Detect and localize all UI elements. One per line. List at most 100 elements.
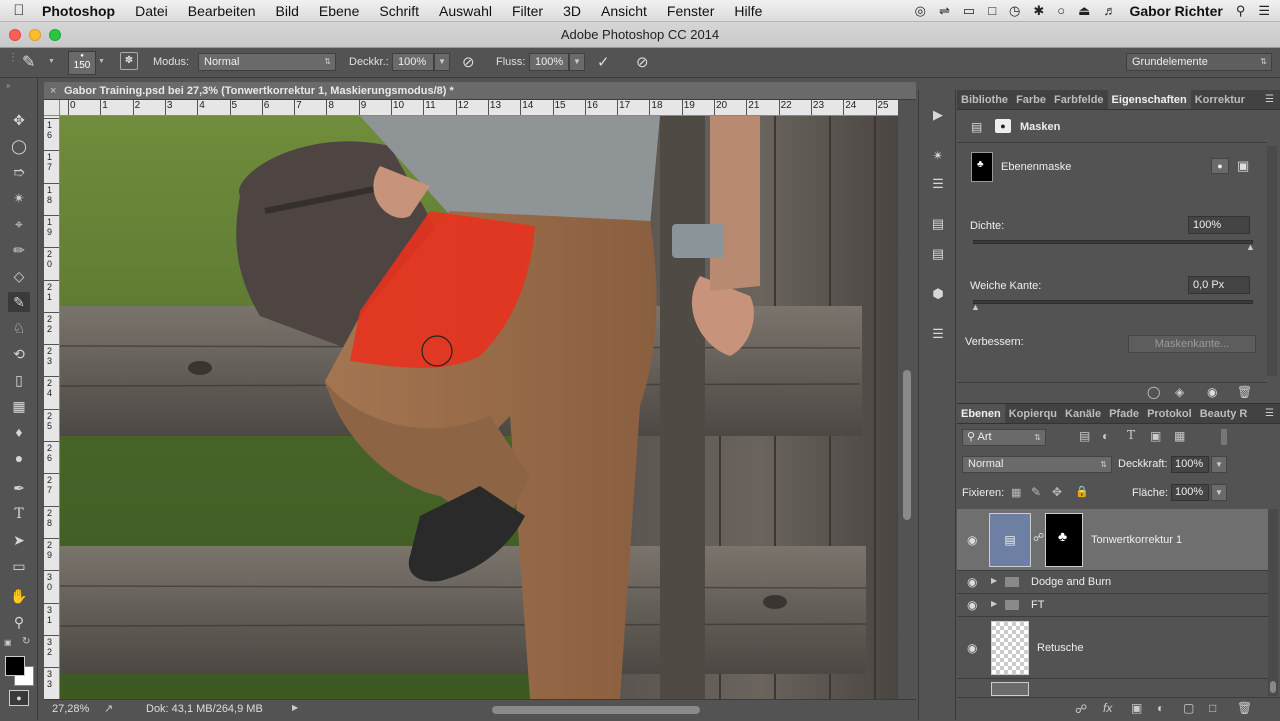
3d-cube-icon[interactable]: ⬢ — [927, 284, 949, 304]
layer-row-dodge-and-burn[interactable]: ◉ ▶ Dodge and Burn — [957, 571, 1268, 594]
menu-3d[interactable]: 3D — [553, 3, 591, 19]
feather-slider-track[interactable]: ▲ — [971, 300, 1253, 312]
layer-thumbnail[interactable] — [991, 682, 1029, 696]
menu-hilfe[interactable]: Hilfe — [724, 3, 772, 19]
filter-pixel-icon[interactable]: ▤ — [1079, 429, 1090, 443]
layer-row-retusche[interactable]: ◉ Retusche — [957, 617, 1268, 679]
new-group-icon[interactable]: ▢ — [1183, 701, 1194, 715]
tab-beauty[interactable]: Beauty R — [1196, 404, 1252, 423]
notification-list-icon[interactable]: ☰ — [1258, 3, 1270, 19]
tab-kanaele[interactable]: Kanäle — [1061, 404, 1105, 423]
delete-mask-icon[interactable]: 🗑 — [1237, 385, 1252, 399]
eject-icon[interactable]: ⏏ — [1078, 3, 1090, 19]
foreground-color-swatch[interactable] — [5, 656, 25, 676]
volume-icon[interactable]: ♬ — [1103, 3, 1116, 18]
rectangle-tool-icon[interactable]: ▭ — [8, 556, 30, 576]
mask-thumbnail[interactable]: ♣ — [971, 152, 993, 182]
fill-dropdown[interactable]: ▼ — [1211, 484, 1227, 501]
minimize-window-button[interactable] — [29, 29, 41, 41]
ruler-origin[interactable] — [44, 100, 60, 116]
load-selection-icon[interactable]: ◯ — [1147, 385, 1160, 399]
airbrush-icon[interactable]: ✓ — [597, 53, 610, 71]
tab-bibliotheken[interactable]: Bibliothe — [957, 90, 1012, 109]
vector-mask-button[interactable]: ▣ — [1237, 158, 1249, 174]
mask-icon[interactable]: ● — [995, 119, 1011, 133]
properties-scrollbar[interactable] — [1267, 146, 1277, 376]
density-slider-handle[interactable]: ▲ — [1246, 242, 1255, 252]
horizontal-scroll-thumb[interactable] — [492, 706, 700, 714]
lasso-tool-icon[interactable]: ➱ — [8, 162, 30, 182]
close-document-icon[interactable]: × — [50, 82, 56, 100]
filter-toggle[interactable] — [1221, 429, 1227, 445]
feather-input[interactable]: 0,0 Px — [1188, 276, 1250, 294]
document-tab[interactable]: × Gabor Training.psd bei 27,3% (Tonwertk… — [44, 82, 916, 100]
search-icon[interactable]: ⚲ — [1236, 3, 1246, 19]
tab-farbfelder[interactable]: Farbfelde — [1050, 90, 1108, 109]
visibility-eye-icon[interactable]: ◉ — [967, 598, 977, 612]
menu-bild[interactable]: Bild — [266, 3, 309, 19]
user-name[interactable]: Gabor Richter — [1129, 3, 1222, 19]
tab-eigenschaften[interactable]: Eigenschaften — [1107, 90, 1191, 109]
vertical-scrollbar[interactable] — [898, 116, 916, 699]
menu-datei[interactable]: Datei — [125, 3, 178, 19]
healing-brush-tool-icon[interactable]: ◇ — [8, 266, 30, 286]
layer-style-icon[interactable]: fx — [1103, 701, 1112, 715]
pressure-size-icon[interactable]: ⊘ — [636, 53, 649, 71]
menu-schrift[interactable]: Schrift — [369, 3, 429, 19]
quick-selection-tool-icon[interactable]: ✴ — [8, 188, 30, 208]
blend-mode-select[interactable]: Normal ⇅ — [962, 456, 1112, 473]
tab-ebenen[interactable]: Ebenen — [957, 404, 1005, 423]
opacity-dropdown[interactable]: ▼ — [1211, 456, 1227, 473]
new-adjustment-icon[interactable]: ◐ — [1157, 701, 1164, 715]
hand-tool-icon[interactable]: ✋ — [8, 586, 30, 606]
layer-row-tonwertkorrektur[interactable]: ◉ ▤ ☍ ♣ Tonwertkorrektur 1 — [957, 509, 1268, 571]
zoom-window-button[interactable] — [49, 29, 61, 41]
brush-presets-icon[interactable]: ✴ — [927, 146, 949, 166]
layer-mask-thumbnail[interactable]: ♣ — [1045, 513, 1083, 567]
shuffle-icon[interactable]: ⇌ — [939, 3, 950, 19]
eraser-tool-icon[interactable]: ▯ — [8, 370, 30, 390]
layer-row-partial[interactable] — [957, 679, 1268, 696]
horizontal-ruler[interactable]: 0 1 2 3 4 5 6 7 8 9 10 11 12 13 14 15 16 17 18 19 20 21 22 23 24… — [60, 100, 898, 116]
move-tool-icon[interactable]: ✥ — [8, 110, 30, 130]
fluss-input[interactable]: 100% — [529, 53, 569, 71]
fluss-dropdown[interactable]: ▼ — [569, 53, 585, 71]
default-colors-icon[interactable]: ▣ — [4, 638, 12, 647]
wifi-icon[interactable]: ○ — [1057, 3, 1065, 18]
adjustments-sliders-icon[interactable]: ☰ — [927, 174, 949, 194]
delete-layer-icon[interactable]: 🗑 — [1237, 701, 1252, 715]
grip-handle[interactable]: ⋮ — [8, 52, 18, 63]
panel-menu-icon[interactable]: ☰ — [1265, 90, 1280, 109]
mask-link-icon[interactable]: ☍ — [1033, 531, 1044, 544]
tab-pfade[interactable]: Pfade — [1105, 404, 1143, 423]
brush-tool-icon[interactable]: ✎ — [22, 52, 35, 72]
adjustment-layer-thumbnail[interactable]: ▤ — [989, 513, 1031, 567]
visibility-eye-icon[interactable]: ◉ — [1207, 385, 1217, 399]
filter-smart-object-icon[interactable]: ▦ — [1174, 429, 1185, 443]
share-icon[interactable]: ↗ — [104, 702, 113, 715]
adjustment-icon[interactable]: ▤ — [971, 120, 982, 134]
layers-scroll-thumb[interactable] — [1270, 681, 1276, 693]
apply-mask-icon[interactable]: ◈ — [1175, 385, 1184, 399]
lock-all-icon[interactable]: 🔒 — [1075, 485, 1089, 498]
visibility-eye-icon[interactable]: ◉ — [967, 575, 977, 589]
feather-slider-handle[interactable]: ▲ — [971, 302, 980, 312]
app-menu[interactable]: Photoshop — [38, 3, 125, 19]
tools-collapse-icon[interactable]: » — [6, 81, 10, 90]
pen-tool-icon[interactable]: ✒ — [8, 478, 30, 498]
close-window-button[interactable] — [9, 29, 21, 41]
record-icon[interactable]: ◎ — [915, 3, 926, 19]
layers-scrollbar[interactable] — [1268, 509, 1278, 696]
refine-mask-edge-button[interactable]: Maskenkante... — [1128, 335, 1256, 353]
tab-farbe[interactable]: Farbe — [1012, 90, 1050, 109]
layer-filter-select[interactable]: ⚲ Art ⇅ — [962, 429, 1046, 446]
dodge-tool-icon[interactable]: ● — [8, 448, 30, 468]
deckkr-input[interactable]: 100% — [392, 53, 434, 71]
brush-tool-icon[interactable]: ✎ — [8, 292, 30, 312]
eyedropper-tool-icon[interactable]: ✏ — [8, 240, 30, 260]
notes-icon[interactable]: ▤ — [927, 244, 949, 264]
visibility-eye-icon[interactable]: ◉ — [967, 533, 977, 547]
filter-type-icon[interactable]: T — [1127, 428, 1135, 442]
apple-icon[interactable]:  — [0, 2, 38, 19]
status-menu-arrow-icon[interactable]: ▶ — [292, 703, 298, 712]
